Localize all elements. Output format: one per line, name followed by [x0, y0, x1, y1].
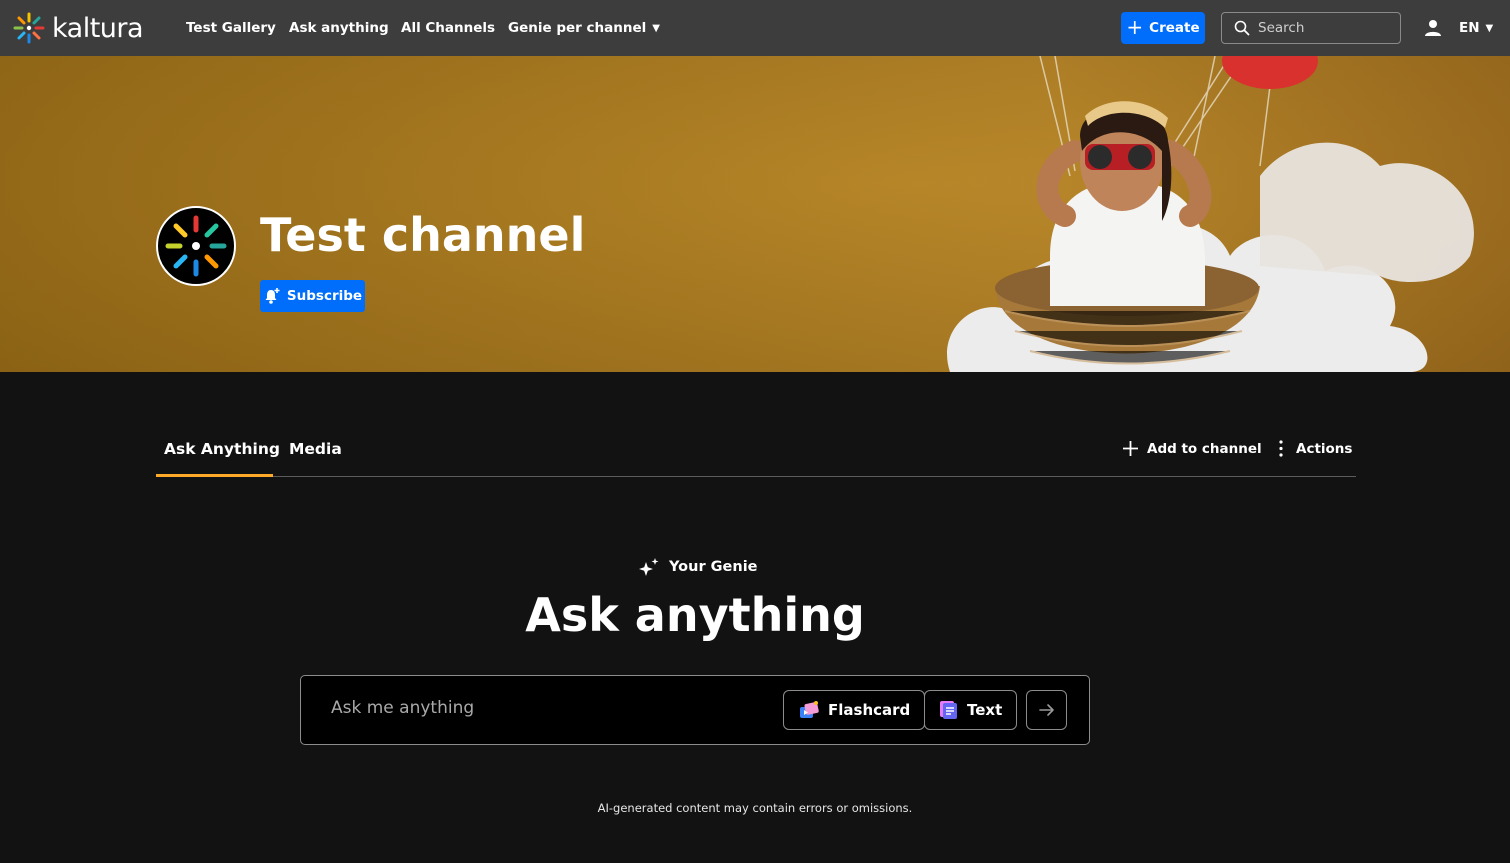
add-to-channel-label: Add to channel	[1147, 440, 1262, 457]
channel-avatar	[156, 206, 236, 286]
create-button[interactable]: + Create	[1121, 12, 1205, 44]
chevron-down-icon: ▼	[652, 23, 660, 34]
plus-icon	[1123, 441, 1138, 456]
text-button[interactable]: Text	[924, 690, 1018, 730]
actions-label: Actions	[1296, 440, 1353, 457]
sparkle-icon	[639, 558, 659, 576]
ask-box: Flashcard Text	[300, 675, 1090, 745]
ai-disclaimer: AI-generated content may contain errors …	[597, 801, 913, 815]
kaltura-logo[interactable]: kaltura	[12, 11, 144, 45]
send-button[interactable]	[1026, 690, 1067, 730]
subscribe-button[interactable]: Subscribe	[260, 280, 365, 312]
user-icon[interactable]	[1423, 18, 1443, 38]
text-doc-icon	[940, 701, 957, 719]
nav-ask-anything[interactable]: Ask anything	[289, 20, 389, 36]
channel-title: Test channel	[260, 208, 586, 262]
genie-title: Ask anything	[525, 588, 865, 642]
add-to-channel-button[interactable]: Add to channel	[1122, 440, 1262, 457]
tab-media[interactable]: Media	[289, 440, 342, 458]
nav-test-gallery[interactable]: Test Gallery	[186, 20, 276, 36]
genie-eyebrow-label: Your Genie	[669, 559, 758, 575]
search-icon	[1234, 20, 1250, 36]
text-button-label: Text	[967, 701, 1003, 719]
tab-ask-anything[interactable]: Ask Anything	[164, 440, 280, 458]
kaltura-logo-icon	[13, 12, 45, 44]
kaltura-logo-icon	[165, 215, 227, 277]
search-box	[1221, 12, 1401, 44]
nav-genie-per-channel[interactable]: Genie per channel ▼	[508, 20, 660, 36]
language-selector[interactable]: EN ▼	[1459, 20, 1493, 36]
flashcard-button-label: Flashcard	[828, 701, 911, 719]
genie-eyebrow: Your Genie	[638, 557, 758, 577]
ask-input[interactable]	[331, 698, 751, 718]
flashcard-button[interactable]: Flashcard	[783, 690, 926, 730]
top-navigation-bar: kaltura Test Gallery Ask anything All Ch…	[0, 0, 1510, 56]
more-vertical-icon	[1279, 440, 1283, 457]
chevron-down-icon: ▼	[1485, 23, 1494, 34]
nav-genie-per-channel-label: Genie per channel	[508, 20, 647, 36]
banner-illustration	[947, 56, 1474, 372]
language-label: EN	[1459, 20, 1480, 36]
logo-text: kaltura	[52, 12, 144, 44]
flashcard-icon	[800, 701, 819, 718]
plus-icon: +	[1126, 15, 1144, 39]
channel-tabs: Ask Anything Media Add to channel Action…	[156, 422, 1356, 477]
create-button-label: Create	[1149, 20, 1200, 36]
actions-menu-button[interactable]: Actions	[1274, 440, 1352, 457]
arrow-right-icon	[1038, 704, 1054, 716]
search-input[interactable]	[1258, 20, 1388, 36]
nav-all-channels[interactable]: All Channels	[401, 20, 495, 36]
bell-plus-icon	[265, 288, 280, 304]
channel-banner: Test channel Subscribe	[0, 56, 1510, 372]
subscribe-button-label: Subscribe	[286, 288, 363, 304]
active-tab-indicator	[156, 474, 273, 477]
